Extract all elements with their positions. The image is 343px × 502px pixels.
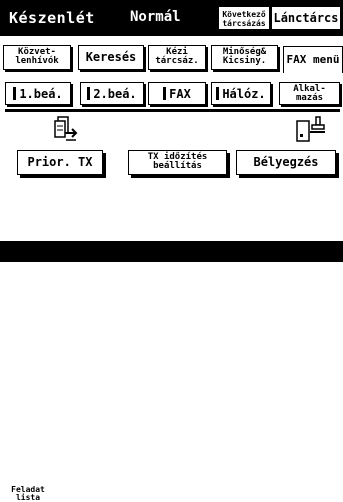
next-dial-button[interactable]: Következő tárcsázás — [219, 7, 269, 29]
next-dial-line1: Következő — [222, 10, 266, 19]
footer-bar: Feladat lista Szabad memó 100% — [0, 241, 343, 502]
subtab-marker — [87, 87, 91, 100]
timer-tx-line2: beállítás — [153, 161, 202, 171]
free-memory-line2: memó — [291, 491, 311, 500]
subtab-marker — [163, 87, 167, 100]
subtab-network[interactable]: Hálóz. — [211, 82, 271, 105]
tab-quality-reduction[interactable]: Minőség& Kicsiny. — [211, 45, 278, 70]
next-dial-line2: tárcsázás — [222, 19, 266, 28]
subtab-fax[interactable]: FAX — [148, 82, 206, 105]
status-title: Készenlét — [9, 9, 95, 27]
tab-manual-dial[interactable]: Kézi tárcsáz. — [148, 45, 206, 70]
subtab-fax-label: FAX — [169, 87, 191, 101]
subtab-setting-1-label: 1.beá. — [19, 87, 63, 101]
subtab-application-line2: mazás — [295, 93, 324, 103]
stamp-icon — [296, 116, 325, 142]
timer-tx-button[interactable]: TX időzítés beállítás — [128, 150, 227, 175]
status-bar: Készenlét Normál Következő tárcsázás Lán… — [0, 0, 343, 36]
free-memory-line1: Szabad — [286, 483, 316, 492]
tab-search[interactable]: Keresés — [78, 45, 144, 70]
job-list-button[interactable]: Feladat lista — [4, 485, 52, 502]
free-memory-label: Szabad memó — [286, 484, 316, 500]
free-memory-value: 100% — [316, 486, 343, 500]
priority-tx-icon — [54, 116, 78, 141]
tab-manual-dial-line2: tárcsáz. — [155, 56, 199, 66]
content-divider — [5, 109, 340, 112]
tab-quality-line2: Kicsiny. — [222, 56, 267, 66]
subtab-application[interactable]: Alkal- mazás — [279, 82, 340, 105]
chain-dial-button[interactable]: Lánctárcs — [272, 7, 340, 29]
subtab-setting-2[interactable]: 2.beá. — [80, 82, 144, 105]
job-list-line2: lista — [15, 493, 41, 502]
subtab-marker — [216, 87, 220, 100]
job-list-line1: Feladat — [11, 485, 45, 494]
tab-speed-dial-line2: lenhívók — [15, 56, 59, 66]
subtab-setting-1[interactable]: 1.beá. — [5, 82, 71, 105]
subtab-marker — [13, 87, 17, 100]
subtab-setting-2-label: 2.beá. — [93, 87, 137, 101]
subtab-network-label: Hálóz. — [222, 87, 266, 101]
tab-fax-menu[interactable]: FAX menü — [283, 46, 343, 73]
stamp-button[interactable]: Bélyegzés — [236, 150, 336, 175]
tab-speed-dial[interactable]: Közvet- lenhívók — [3, 45, 71, 70]
priority-tx-button[interactable]: Prior. TX — [17, 150, 103, 175]
mode-label: Normál — [130, 9, 181, 25]
